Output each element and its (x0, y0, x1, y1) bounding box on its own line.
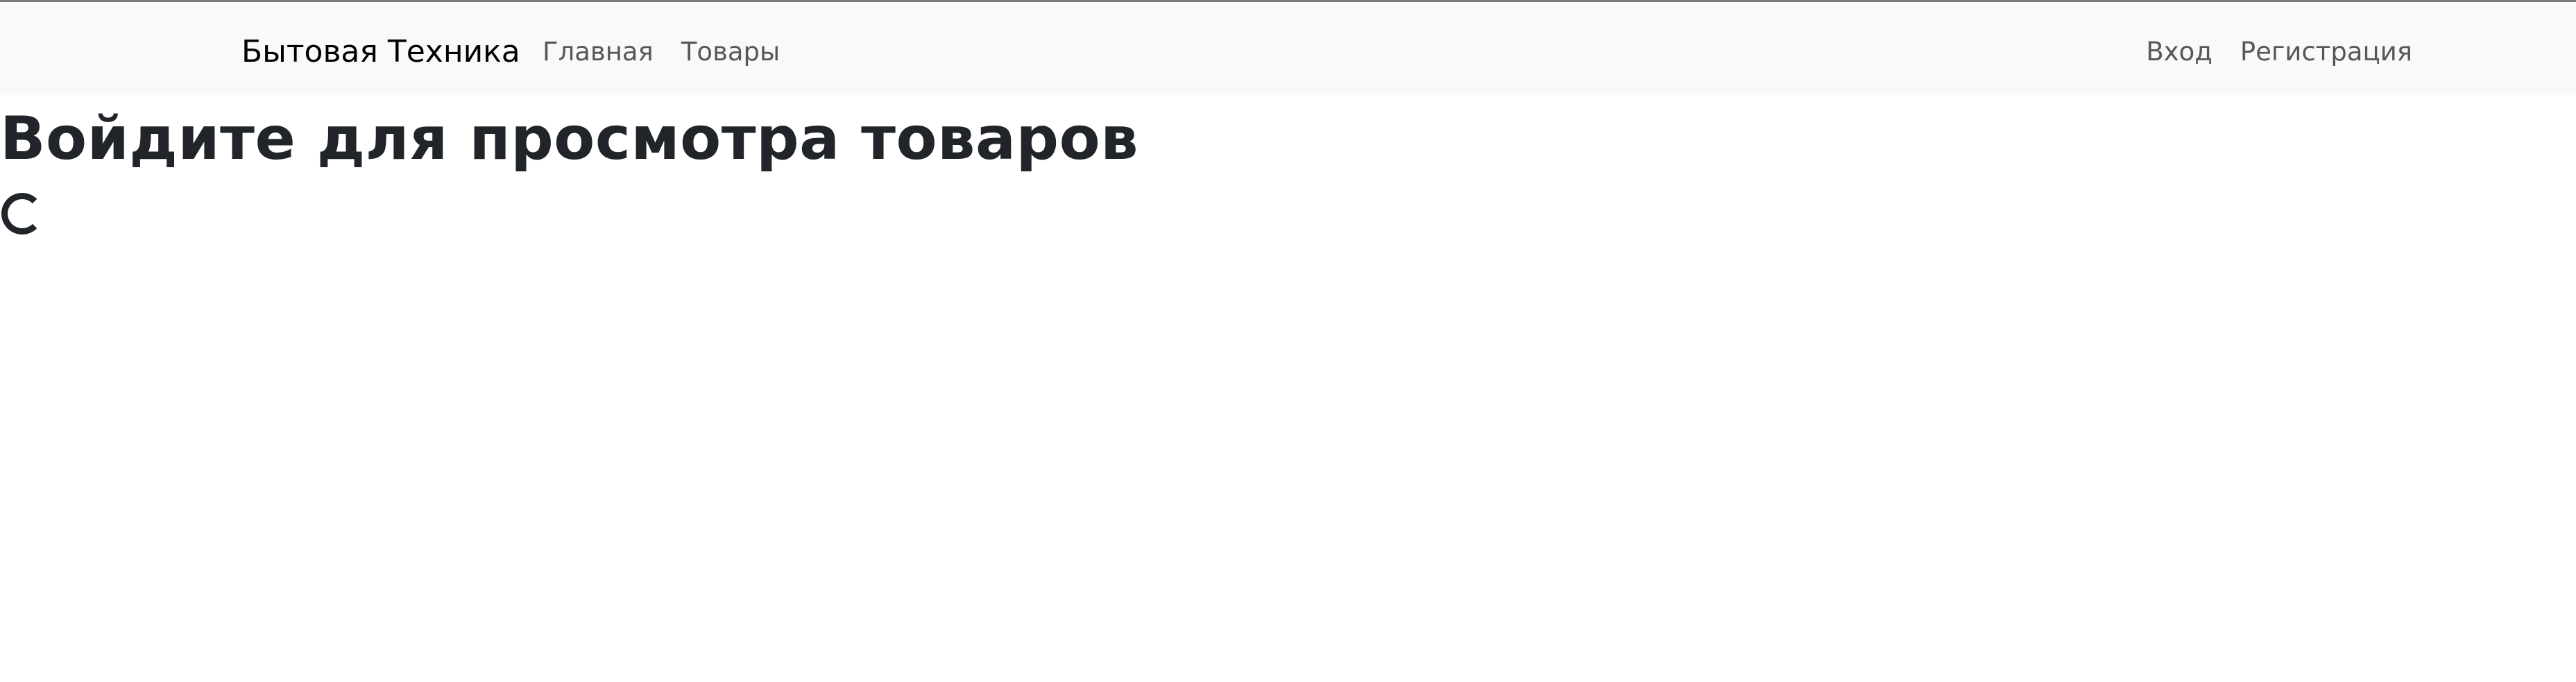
nav-links-left: Главная Товары (543, 35, 780, 69)
nav-links-right: Вход Регистрация (2146, 35, 2412, 69)
spinner-icon (1, 193, 43, 235)
page-title: Войдите для просмотра товаров (0, 104, 1139, 173)
nav-link-register[interactable]: Регистрация (2240, 35, 2412, 69)
navbar-brand[interactable]: Бытовая Техника (241, 33, 520, 71)
nav-link-login[interactable]: Вход (2146, 35, 2212, 69)
navbar: Бытовая Техника Главная Товары Вход Реги… (0, 2, 2576, 95)
nav-link-home[interactable]: Главная (543, 35, 654, 69)
nav-link-products[interactable]: Товары (681, 35, 780, 69)
